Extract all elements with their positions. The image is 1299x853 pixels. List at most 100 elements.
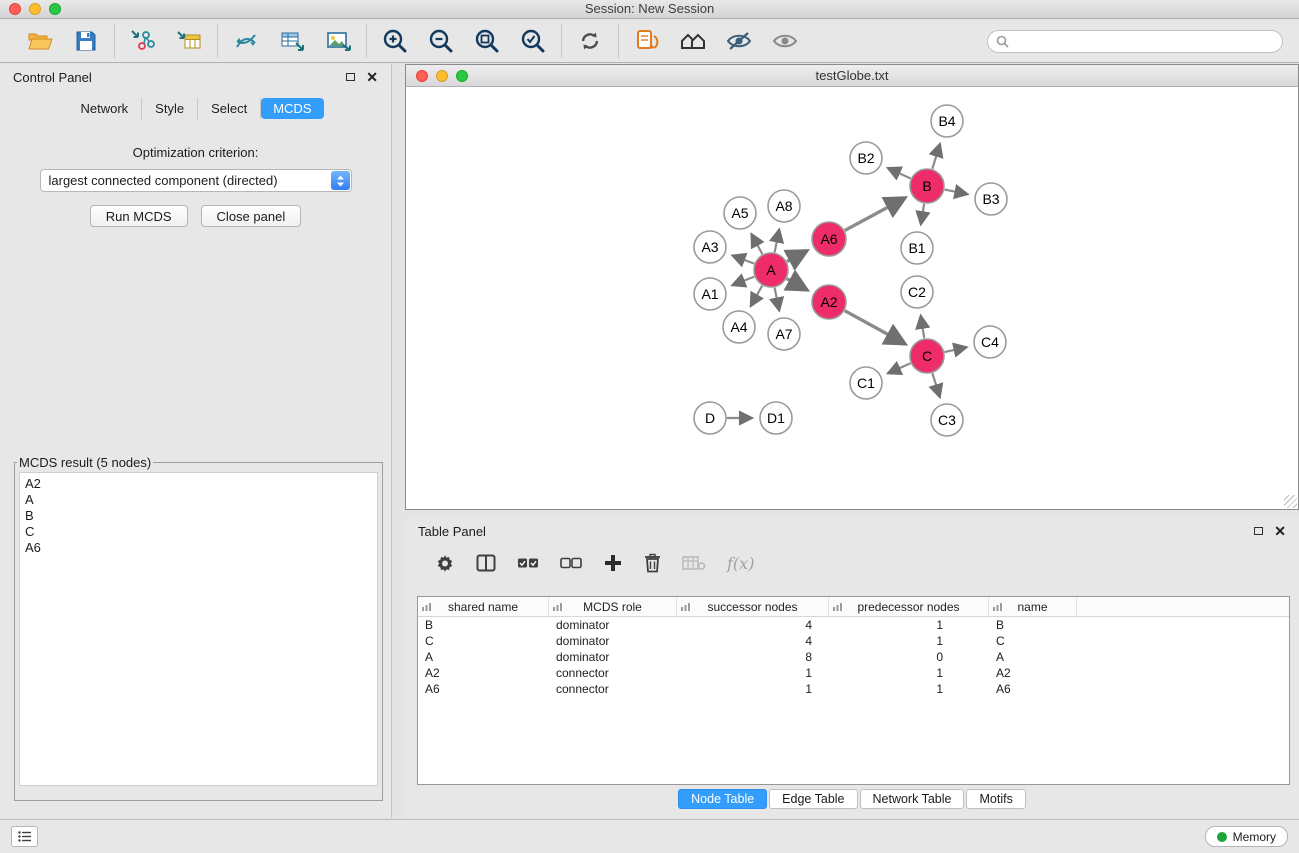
graph-edge[interactable] [888, 363, 911, 373]
graph-edge[interactable] [775, 288, 780, 311]
graph-edge[interactable] [751, 286, 762, 306]
float-table-panel-icon[interactable] [1254, 527, 1263, 535]
table-settings-icon[interactable] [435, 553, 455, 573]
graph-node[interactable]: A2 [812, 285, 846, 319]
column-header[interactable]: successor nodes [677, 597, 829, 616]
column-header[interactable]: MCDS role [549, 597, 677, 616]
graph-edge[interactable] [932, 144, 940, 169]
optimization-criterion-dropdown[interactable]: largest connected component (directed) [40, 169, 352, 192]
tab-network-table[interactable]: Network Table [860, 789, 965, 809]
graph-node[interactable]: A1 [694, 278, 726, 310]
zoom-selected-icon[interactable] [518, 26, 548, 56]
delete-table-icon[interactable] [682, 555, 706, 571]
search-input[interactable] [1014, 33, 1274, 49]
column-header[interactable]: name [989, 597, 1077, 616]
task-history-button[interactable] [11, 826, 38, 847]
table-cell[interactable]: dominator [549, 633, 677, 649]
graph-edge[interactable] [845, 198, 905, 231]
tab-node-table[interactable]: Node Table [678, 789, 767, 809]
graph-edge[interactable] [888, 168, 911, 178]
new-network-table-icon[interactable] [277, 26, 307, 56]
table-cell[interactable]: 1 [829, 633, 989, 649]
network-window-titlebar[interactable]: testGlobe.txt [406, 65, 1298, 87]
table-cell[interactable]: B [989, 617, 1077, 633]
graph-node[interactable]: C3 [931, 404, 963, 436]
graph-edge[interactable] [751, 234, 762, 254]
tab-edge-table[interactable]: Edge Table [769, 789, 857, 809]
table-cell[interactable]: connector [549, 681, 677, 697]
graph-node[interactable]: A8 [768, 190, 800, 222]
graph-node[interactable]: A [754, 253, 788, 287]
refresh-icon[interactable] [575, 26, 605, 56]
table-cell[interactable]: dominator [549, 649, 677, 665]
delete-column-icon[interactable] [644, 553, 661, 573]
close-window-icon[interactable] [9, 3, 21, 15]
graph-node[interactable]: A7 [768, 318, 800, 350]
toggle-graphics-details-icon[interactable] [724, 26, 754, 56]
run-mcds-button[interactable]: Run MCDS [90, 205, 188, 227]
network-canvas[interactable]: B4B2BB3A5A8A6A3B1AC2A1A2A4A7C4CC1DD1C3 [406, 87, 1298, 509]
graph-node[interactable]: D [694, 402, 726, 434]
column-header[interactable]: shared name [418, 597, 549, 616]
table-cell[interactable]: A [418, 649, 549, 665]
show-columns-icon[interactable] [476, 554, 496, 572]
node-table[interactable]: shared nameMCDS rolesuccessor nodesprede… [417, 596, 1290, 785]
show-hide-panel-icon[interactable] [770, 26, 800, 56]
graph-node[interactable]: B3 [975, 183, 1007, 215]
tab-mcds[interactable]: MCDS [261, 98, 323, 119]
graph-node[interactable]: B1 [901, 232, 933, 264]
table-cell[interactable]: A2 [989, 665, 1077, 681]
home-icon[interactable] [678, 26, 708, 56]
save-session-icon[interactable] [71, 26, 101, 56]
close-table-panel-icon[interactable]: ✕ [1274, 524, 1286, 538]
new-network-icon[interactable] [231, 26, 261, 56]
table-row[interactable]: Bdominator41B [418, 617, 1289, 633]
table-cell[interactable]: dominator [549, 617, 677, 633]
tab-network[interactable]: Network [67, 98, 142, 119]
graph-node[interactable]: D1 [760, 402, 792, 434]
open-session-icon[interactable] [25, 26, 55, 56]
table-cell[interactable]: A2 [418, 665, 549, 681]
deselect-all-icon[interactable] [560, 557, 582, 569]
table-cell[interactable]: 1 [829, 665, 989, 681]
graph-node[interactable]: C2 [901, 276, 933, 308]
graph-edge[interactable] [945, 347, 967, 352]
table-cell[interactable]: 1 [829, 617, 989, 633]
table-cell[interactable]: 4 [677, 617, 829, 633]
add-column-icon[interactable] [603, 553, 623, 573]
resize-handle[interactable] [1284, 495, 1297, 508]
table-cell[interactable]: 0 [829, 649, 989, 665]
graph-edge[interactable] [845, 311, 905, 344]
network-graph[interactable]: B4B2BB3A5A8A6A3B1AC2A1A2A4A7C4CC1DD1C3 [406, 87, 1298, 509]
network-maximize-icon[interactable] [456, 70, 468, 82]
table-cell[interactable]: A6 [989, 681, 1077, 697]
table-row[interactable]: A2connector11A2 [418, 665, 1289, 681]
result-item[interactable]: B [25, 508, 372, 524]
table-cell[interactable]: A6 [418, 681, 549, 697]
table-cell[interactable]: 8 [677, 649, 829, 665]
table-cell[interactable]: B [418, 617, 549, 633]
graph-edge[interactable] [787, 279, 807, 290]
table-cell[interactable]: C [418, 633, 549, 649]
table-row[interactable]: A6connector11A6 [418, 681, 1289, 697]
graph-edge[interactable] [732, 255, 754, 263]
graph-node[interactable]: C1 [850, 367, 882, 399]
tab-motifs[interactable]: Motifs [966, 789, 1025, 809]
graph-node[interactable]: A3 [694, 231, 726, 263]
graph-node[interactable]: A6 [812, 222, 846, 256]
table-cell[interactable]: 1 [677, 681, 829, 697]
graph-edge[interactable] [945, 190, 968, 195]
minimize-window-icon[interactable] [29, 3, 41, 15]
close-panel-button[interactable]: Close panel [201, 205, 302, 227]
graph-node[interactable]: C [910, 339, 944, 373]
memory-button[interactable]: Memory [1205, 826, 1288, 847]
table-cell[interactable]: 4 [677, 633, 829, 649]
graph-edge[interactable] [932, 373, 939, 397]
network-minimize-icon[interactable] [436, 70, 448, 82]
graph-edge[interactable] [787, 251, 807, 262]
export-image-icon[interactable] [323, 26, 353, 56]
column-header[interactable]: predecessor nodes [829, 597, 989, 616]
table-cell[interactable]: 1 [677, 665, 829, 681]
zoom-in-icon[interactable] [380, 26, 410, 56]
graph-node[interactable]: A5 [724, 197, 756, 229]
